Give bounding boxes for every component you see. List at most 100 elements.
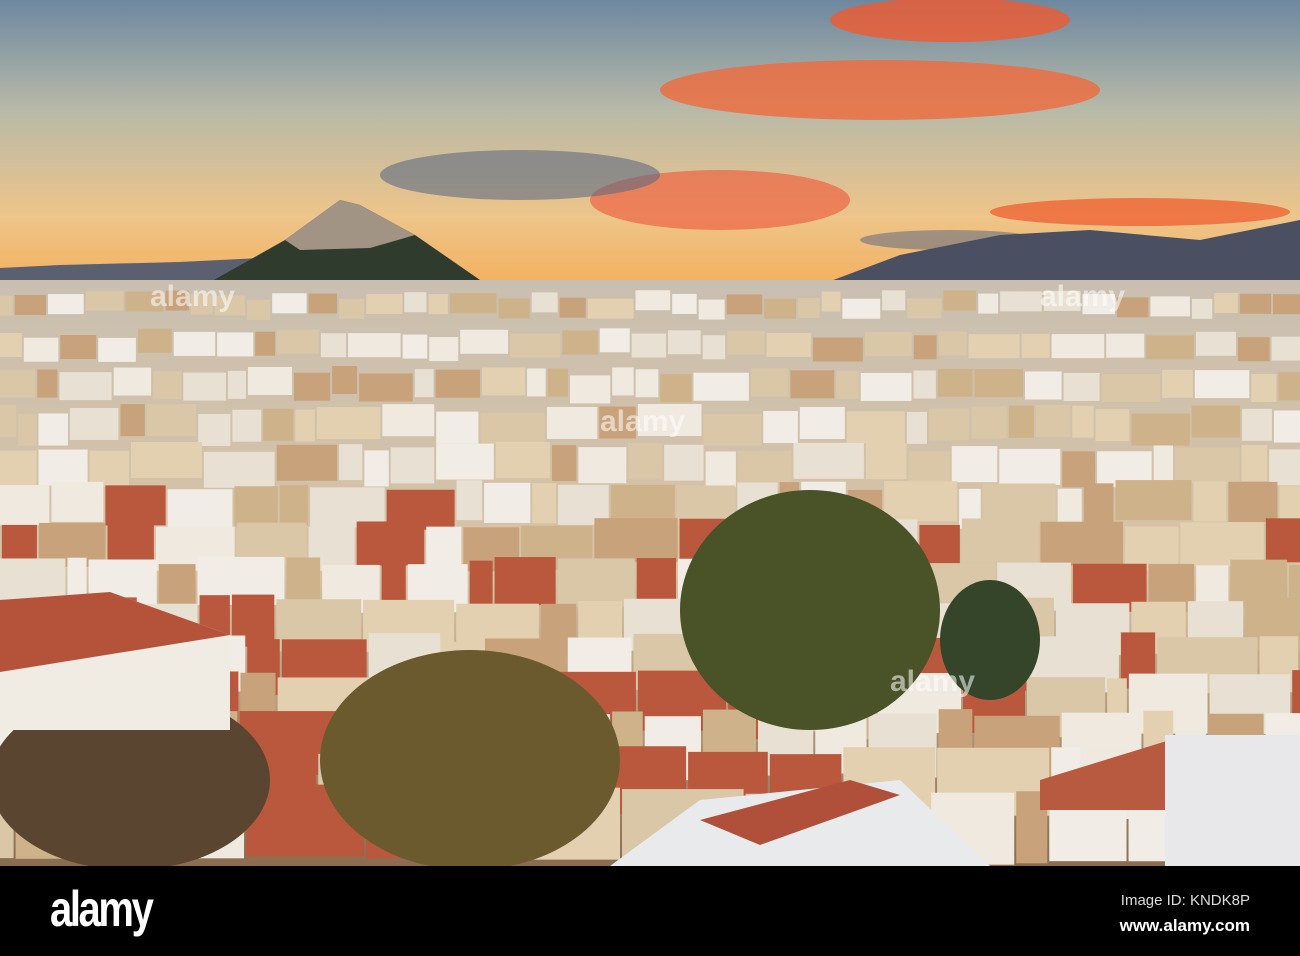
building xyxy=(764,298,796,319)
building xyxy=(449,293,497,314)
building xyxy=(599,328,630,353)
building xyxy=(429,337,459,362)
building xyxy=(120,404,145,437)
building xyxy=(153,371,182,400)
building xyxy=(599,406,636,439)
building xyxy=(203,451,275,488)
building xyxy=(961,518,1039,563)
building xyxy=(460,329,509,354)
building xyxy=(1241,444,1268,481)
building xyxy=(1072,405,1094,438)
building xyxy=(546,406,598,439)
building xyxy=(107,518,154,563)
website-link[interactable]: www.alamy.com xyxy=(1120,916,1250,936)
building xyxy=(664,444,704,481)
building xyxy=(495,442,550,479)
building xyxy=(247,299,271,320)
building xyxy=(532,483,557,524)
building xyxy=(587,298,634,319)
building xyxy=(864,332,912,357)
building xyxy=(435,369,481,398)
building xyxy=(705,451,736,488)
building xyxy=(557,558,635,607)
building xyxy=(1251,373,1277,402)
building xyxy=(906,411,927,444)
building xyxy=(907,298,942,319)
building xyxy=(382,404,435,437)
building xyxy=(1115,480,1192,521)
building xyxy=(860,372,912,401)
building xyxy=(286,557,321,606)
building xyxy=(631,333,667,358)
building xyxy=(272,293,307,314)
building xyxy=(484,482,531,523)
building xyxy=(1008,405,1034,438)
building xyxy=(1269,449,1300,486)
building xyxy=(137,328,172,353)
building xyxy=(1150,296,1190,317)
building xyxy=(846,411,905,444)
building xyxy=(436,411,479,444)
building xyxy=(1265,518,1300,563)
building xyxy=(0,295,13,316)
building xyxy=(232,409,262,442)
building xyxy=(279,484,309,525)
building xyxy=(938,331,967,356)
building xyxy=(547,368,569,397)
building xyxy=(217,332,254,357)
building xyxy=(498,298,530,319)
building xyxy=(1063,373,1100,402)
building xyxy=(693,372,749,401)
building xyxy=(978,293,999,314)
building xyxy=(131,442,202,479)
building xyxy=(234,486,278,527)
building xyxy=(660,374,692,403)
building xyxy=(726,294,763,315)
building xyxy=(1000,291,1042,312)
building xyxy=(428,294,448,315)
building xyxy=(37,369,58,398)
building xyxy=(190,294,213,315)
building xyxy=(364,450,389,487)
building xyxy=(799,406,845,439)
building xyxy=(436,443,494,480)
building xyxy=(703,413,762,446)
building xyxy=(38,449,88,486)
building xyxy=(359,373,413,402)
building xyxy=(48,294,84,315)
building xyxy=(1242,408,1272,441)
building xyxy=(414,369,434,398)
building xyxy=(308,293,338,314)
building xyxy=(821,291,841,312)
building xyxy=(1116,297,1149,318)
building xyxy=(51,481,104,522)
building xyxy=(0,450,37,487)
building xyxy=(510,333,561,358)
building xyxy=(38,413,68,446)
building xyxy=(1131,413,1190,446)
building xyxy=(672,293,697,314)
building xyxy=(766,332,811,357)
building xyxy=(737,450,792,487)
alamy-logo[interactable]: alamy xyxy=(50,880,154,938)
building xyxy=(183,372,226,401)
building xyxy=(402,334,428,359)
building xyxy=(125,291,164,312)
building xyxy=(277,329,319,354)
building xyxy=(570,375,611,404)
building xyxy=(1175,447,1240,484)
building xyxy=(562,330,598,355)
building xyxy=(637,404,702,437)
building xyxy=(635,369,659,398)
building xyxy=(366,294,403,315)
building xyxy=(1193,481,1227,522)
building xyxy=(339,444,363,481)
building xyxy=(456,480,483,521)
building xyxy=(1146,335,1194,360)
building xyxy=(1271,336,1300,361)
building xyxy=(836,370,859,399)
building xyxy=(668,330,701,355)
building xyxy=(527,368,546,397)
building xyxy=(494,557,556,606)
building xyxy=(0,485,50,526)
